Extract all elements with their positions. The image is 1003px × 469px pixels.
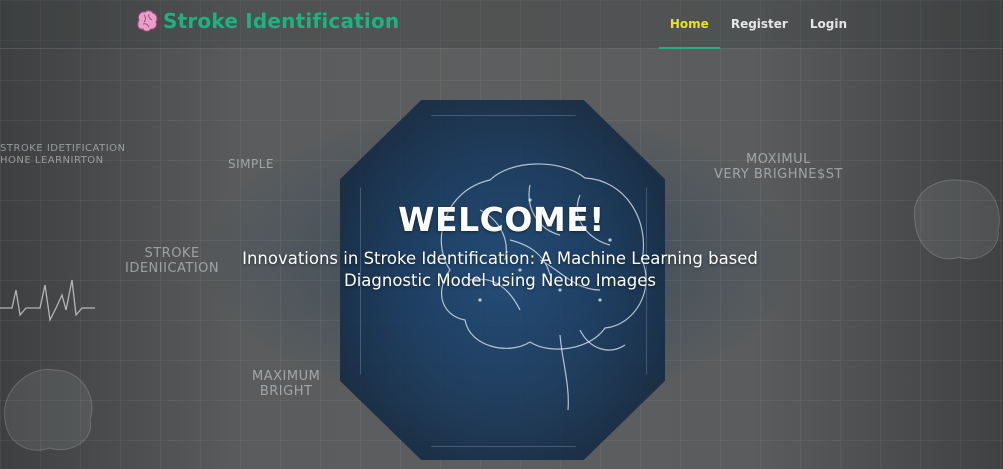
bg-label-stroke-identification-1: STROKE IDETIFICATION HONE LEARNIRTON [0, 143, 126, 166]
main-nav: Home Register Login [658, 0, 858, 49]
bg-label-maximul-very-brightness: MOXIMUL VERY BRIGHNE$ST [714, 152, 843, 182]
brand-name: Stroke Identification [163, 9, 400, 33]
nav-register[interactable]: Register [720, 0, 799, 48]
nav-login[interactable]: Login [799, 0, 858, 48]
bg-label-stroke-identification-2: STROKE IDENIICATION [125, 246, 220, 276]
bg-label-maximum-bright: MAXIMUM BRIGHT [252, 369, 321, 399]
brand-link[interactable]: Stroke Identification [135, 9, 399, 33]
welcome-heading: WELCOME! [398, 200, 605, 239]
left-brain-sketch-icon [4, 368, 93, 451]
hero-subtitle: Innovations in Stroke Identification: A … [242, 249, 758, 290]
ecg-waveform-icon [0, 279, 95, 323]
bg-label-simple: SIMPLE [228, 157, 275, 171]
brain-icon [137, 10, 158, 32]
nav-home[interactable]: Home [658, 0, 720, 49]
navbar: Stroke Identification Home Register Logi… [0, 0, 1003, 49]
